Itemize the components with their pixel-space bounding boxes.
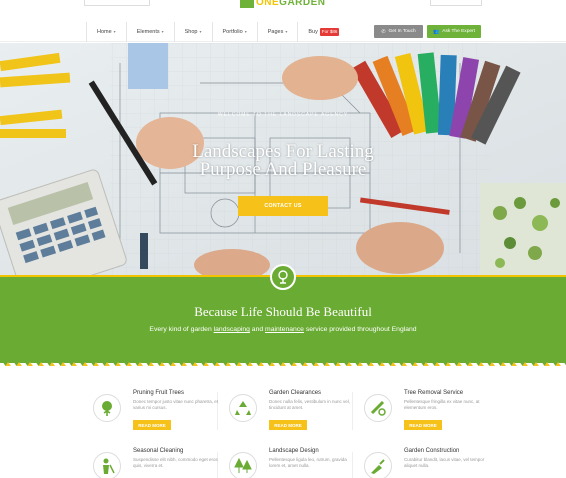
service-title[interactable]: Seasonal Cleaning	[133, 448, 183, 454]
main-nav: Home ▾ Elements ▾ Shop ▾ Portfolio ▾ Pages ▾ …	[0, 22, 566, 42]
band-sub-text: service provided throughout England	[303, 326, 417, 333]
nav-label: Portfolio	[222, 29, 243, 35]
landscaping-link[interactable]: landscaping	[214, 326, 250, 333]
hero-title-line-2: Purpose And Pleasure	[199, 159, 367, 180]
read-more-button[interactable]: READ MORE	[133, 420, 171, 430]
top-bar-right-box	[430, 0, 482, 6]
caret-icon: ▾	[244, 29, 247, 34]
logo-text-one: ONE	[256, 0, 280, 8]
landing-page: ONEGARDEN Home ▾ Elements ▾ Shop ▾ Portfoli…	[0, 0, 566, 478]
service-text: Pellentesque ligula leo, rutrum, gravida…	[269, 457, 347, 468]
top-bar: ONEGARDEN	[0, 0, 566, 22]
gardener-icon[interactable]	[93, 452, 121, 478]
service-card-construction: Garden Construction Curabitur blandit, l…	[364, 448, 500, 478]
service-card-tree-removal: Tree Removal Service Pellentesque fringi…	[364, 390, 500, 440]
saw-icon[interactable]	[364, 394, 392, 422]
maintenance-link[interactable]: maintenance	[265, 326, 304, 333]
service-card-clearances: Garden Clearances Donec nulla felis, ves…	[229, 390, 365, 440]
tree-logo-icon	[270, 264, 296, 290]
read-more-button[interactable]: READ MORE	[269, 420, 307, 430]
nav-label: Elements	[136, 29, 160, 35]
users-icon: 👥	[433, 28, 440, 35]
service-card-pruning: Pruning Fruit Trees Donec tempor justo v…	[93, 390, 229, 440]
recycle-icon[interactable]	[229, 394, 257, 422]
band-title: Because Life Should Be Beautiful	[194, 304, 372, 319]
band-sub-text: and	[249, 326, 266, 333]
hero-title: Landscapes For Lasting Purpose And Pleas…	[0, 142, 566, 180]
hero-eyebrow: Welcome to the landscape agency	[217, 112, 349, 118]
site-logo[interactable]: ONEGARDEN	[240, 0, 332, 8]
service-card-seasonal: Seasonal Cleaning Suspendisse elit nibh,…	[93, 448, 229, 478]
nav-label: Shop	[184, 29, 198, 35]
caret-icon: ▾	[161, 29, 164, 34]
caret-icon: ▾	[199, 29, 202, 34]
nav-label: Home	[97, 29, 112, 35]
band-sub-text: Every kind of garden	[149, 326, 214, 333]
caret-icon: ▾	[285, 29, 288, 34]
service-text: Donec tempor justo vitae nunc pharetra, …	[133, 399, 219, 410]
nav-item-buy[interactable]: Buy For $86	[298, 22, 349, 42]
trees-icon[interactable]	[229, 452, 257, 478]
nav-item-home[interactable]: Home ▾	[87, 22, 127, 42]
logo-text: ONEGARDEN	[256, 0, 326, 8]
service-title[interactable]: Garden Construction	[404, 448, 459, 454]
ask-expert-label: Ask The Expert	[442, 29, 475, 34]
nav-item-pages[interactable]: Pages ▾	[258, 22, 299, 42]
band-subtitle: Every kind of garden landscaping and mai…	[0, 326, 566, 333]
service-text: Suspendisse elit nibh, commodo eget eros…	[133, 457, 218, 468]
price-badge: For $86	[319, 28, 340, 36]
read-more-button[interactable]: READ MORE	[404, 420, 442, 430]
nav-label: Buy	[308, 29, 318, 35]
top-bar-left-box	[84, 0, 150, 6]
trowel-icon[interactable]	[364, 452, 392, 478]
get-in-touch-button[interactable]: ✆ Get In Touch	[374, 25, 423, 38]
service-title[interactable]: Pruning Fruit Trees	[133, 390, 184, 396]
nav-item-shop[interactable]: Shop ▾	[175, 22, 213, 42]
nav-label: Pages	[267, 29, 284, 35]
service-text: Curabitur blandit, lacus vitae, vel temp…	[404, 457, 485, 468]
contact-us-button[interactable]: CONTACT US	[238, 196, 328, 216]
phone-icon: ✆	[381, 28, 386, 35]
service-title[interactable]: Tree Removal Service	[404, 390, 463, 396]
ask-expert-button[interactable]: 👥 Ask The Expert	[427, 25, 481, 38]
nav-item-portfolio[interactable]: Portfolio ▾	[213, 22, 258, 42]
logo-leaf-icon	[240, 0, 254, 8]
services-section: Pruning Fruit Trees Donec tempor justo v…	[0, 372, 566, 478]
get-in-touch-label: Get In Touch	[388, 29, 416, 34]
service-text: Donec nulla felis, vestibulum in nunc ve…	[269, 399, 351, 410]
zigzag-tooth	[561, 358, 566, 366]
logo-text-garden: GARDEN	[279, 0, 326, 8]
hero-section: Landscapes For Lasting Purpose And Pleas…	[0, 43, 566, 275]
nav-item-elements[interactable]: Elements ▾	[127, 22, 175, 42]
zigzag-divider	[0, 356, 566, 366]
service-title[interactable]: Garden Clearances	[269, 390, 321, 396]
service-card-landscape-design: Landscape Design Pellentesque ligula leo…	[229, 448, 365, 478]
service-title[interactable]: Landscape Design	[269, 448, 319, 454]
tree-icon[interactable]	[93, 394, 121, 422]
service-text: Pellentesque fringilla ex vitae nunc, at…	[404, 399, 480, 410]
caret-icon: ▾	[113, 29, 116, 34]
